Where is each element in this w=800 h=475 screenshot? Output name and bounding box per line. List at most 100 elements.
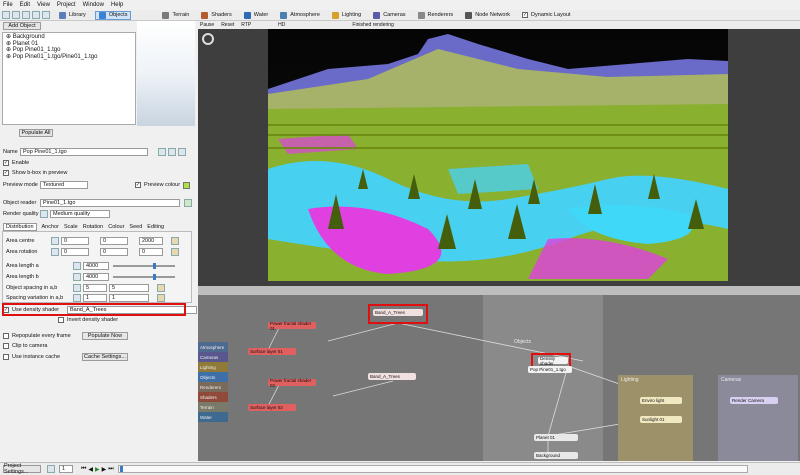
node-network-pane[interactable]: Atmosphere Cameras Lighting Objects Rend…	[198, 286, 800, 461]
first-frame-icon[interactable]: ⏮	[81, 466, 86, 473]
next-frame-icon[interactable]: ▶	[102, 466, 107, 473]
pick-icon[interactable]	[171, 237, 179, 245]
subtab-seed[interactable]: Seed	[129, 224, 142, 230]
area-centre-y[interactable]: 0	[100, 237, 128, 245]
prev-frame-icon[interactable]: ◀	[88, 466, 93, 473]
tree-item[interactable]: ⊕ Pop Pine01_1.tgo/Pine01_1.tgo	[6, 54, 132, 61]
reset-button[interactable]: Reset	[221, 22, 234, 28]
render-icon[interactable]	[32, 11, 40, 19]
subtab-distribution[interactable]: Distribution	[3, 223, 37, 231]
last-frame-icon[interactable]: ⏭	[108, 466, 113, 473]
info-icon[interactable]	[168, 148, 176, 156]
show-bbox-row[interactable]: ✓ Show b-box in preview	[3, 170, 67, 176]
menu-help[interactable]: Help	[111, 2, 123, 8]
subtab-scale[interactable]: Scale	[64, 224, 78, 230]
keyframe-icon[interactable]	[47, 465, 55, 473]
name-field[interactable]: Pop Pine01_1.tgo	[20, 148, 148, 156]
surface-layer-node[interactable]: Surface layer 02	[248, 404, 296, 411]
enable-row[interactable]: ✓ Enable	[3, 160, 29, 166]
colour-swatch[interactable]	[183, 181, 191, 189]
tab-node-network[interactable]: Node Network	[462, 11, 513, 20]
background-node[interactable]: Background	[534, 452, 578, 459]
object-spacing-b[interactable]: 5	[109, 284, 149, 292]
help-icon[interactable]	[178, 148, 186, 156]
pause-button[interactable]: Pause	[200, 22, 214, 28]
object-spacing-a[interactable]: 5	[83, 284, 107, 292]
instance-cache-checkbox[interactable]	[3, 354, 9, 360]
sunlight-node[interactable]: Sunlight 01	[640, 416, 682, 423]
project-settings-button[interactable]: Project Settings...	[3, 463, 41, 475]
rtp-button[interactable]: RTP	[241, 22, 251, 28]
pop-node[interactable]: Pop Pine01_1.tgo	[528, 366, 572, 373]
area-centre-x[interactable]: 0	[61, 237, 89, 245]
pick-icon[interactable]	[157, 294, 165, 302]
render-camera-node[interactable]: Render Camera	[730, 397, 778, 404]
axis-icon	[51, 237, 59, 245]
repopulate-checkbox[interactable]	[3, 333, 9, 339]
add-icon[interactable]	[184, 199, 192, 207]
render-viewport[interactable]: Pause Reset RTP HD Finished rendering	[198, 21, 800, 286]
cache-settings-button[interactable]: Cache Settings...	[82, 353, 128, 361]
spacing-variation-a[interactable]: 1	[83, 294, 107, 302]
area-length-a-slider[interactable]	[113, 263, 175, 269]
tab-lighting[interactable]: Lighting	[329, 11, 364, 20]
pick-icon[interactable]	[157, 284, 165, 292]
area-length-b-field[interactable]: 4000	[83, 273, 109, 281]
area-length-a-field[interactable]: 4000	[83, 262, 109, 270]
cameras-icon	[373, 11, 381, 19]
timeline-slider[interactable]	[117, 465, 748, 473]
tab-library[interactable]: Library	[56, 11, 89, 20]
tab-terrain[interactable]: Terrain	[159, 11, 192, 20]
node-wires	[267, 322, 789, 456]
power-fractal-node[interactable]: Power fractal shader 01	[268, 321, 316, 331]
edit-icon[interactable]	[158, 148, 166, 156]
tab-water[interactable]: Water	[241, 11, 271, 20]
spacing-variation-b[interactable]: 1	[109, 294, 149, 302]
new-icon[interactable]	[2, 11, 10, 19]
menu-view[interactable]: View	[37, 2, 50, 8]
area-rotation-y[interactable]: 0	[100, 248, 128, 256]
pick-icon[interactable]	[171, 248, 179, 256]
settings-icon[interactable]	[42, 11, 50, 19]
planet-node[interactable]: Planet 01	[534, 434, 578, 441]
tab-renderers[interactable]: Renderers	[415, 11, 457, 20]
tab-atmosphere[interactable]: Atmosphere	[277, 11, 323, 20]
hd-button[interactable]: HD	[278, 22, 285, 28]
area-centre-z[interactable]: 2000	[139, 237, 163, 245]
subtab-colour[interactable]: Colour	[108, 224, 124, 230]
tab-shaders[interactable]: Shaders	[198, 11, 235, 20]
subtab-anchor[interactable]: Anchor	[42, 224, 59, 230]
tab-cameras[interactable]: Cameras	[370, 11, 408, 20]
tab-objects[interactable]: Objects	[94, 10, 132, 20]
band-node-mid[interactable]: Band_A_Trees	[368, 373, 416, 380]
surface-layer-node[interactable]: Surface layer 01	[248, 348, 296, 355]
menu-file[interactable]: File	[3, 2, 13, 8]
populate-all-button[interactable]: Populate All	[19, 129, 53, 137]
length-icon	[73, 273, 81, 281]
clip-camera-row[interactable]: Clip to camera	[3, 343, 47, 349]
area-rotation-x[interactable]: 0	[61, 248, 89, 256]
menu-edit[interactable]: Edit	[20, 2, 30, 8]
dynamic-layout-toggle[interactable]: ✓ Dynamic Layout	[519, 11, 573, 20]
area-rotation-z[interactable]: 0	[139, 248, 163, 256]
frame-field[interactable]: 1	[59, 465, 73, 473]
menu-project[interactable]: Project	[57, 2, 76, 8]
render-image	[268, 29, 728, 281]
camera-nav-icon[interactable]	[202, 33, 214, 45]
subtab-editing[interactable]: Editing	[147, 224, 164, 230]
subtab-rotation[interactable]: Rotation	[83, 224, 104, 230]
power-fractal-node[interactable]: Power fractal shader 02	[268, 378, 316, 388]
preview-mode-select[interactable]: Textured	[40, 181, 88, 189]
populate-now-button[interactable]: Populate Now	[82, 332, 128, 340]
invert-density-row[interactable]: Invert density shader	[58, 317, 118, 323]
render-quality-select[interactable]: Medium quality	[50, 210, 110, 218]
preview-colour-checkbox[interactable]: ✓	[135, 182, 141, 188]
menu-window[interactable]: Window	[83, 2, 104, 8]
open-icon[interactable]	[12, 11, 20, 19]
area-length-b-slider[interactable]	[113, 274, 175, 280]
save-icon[interactable]	[22, 11, 30, 19]
play-icon[interactable]: ▶	[95, 466, 100, 473]
object-reader-field[interactable]: Pine01_1.tgo	[40, 199, 180, 207]
add-object-button[interactable]: Add Object	[3, 22, 41, 30]
enviro-light-node[interactable]: Enviro light	[640, 397, 682, 404]
